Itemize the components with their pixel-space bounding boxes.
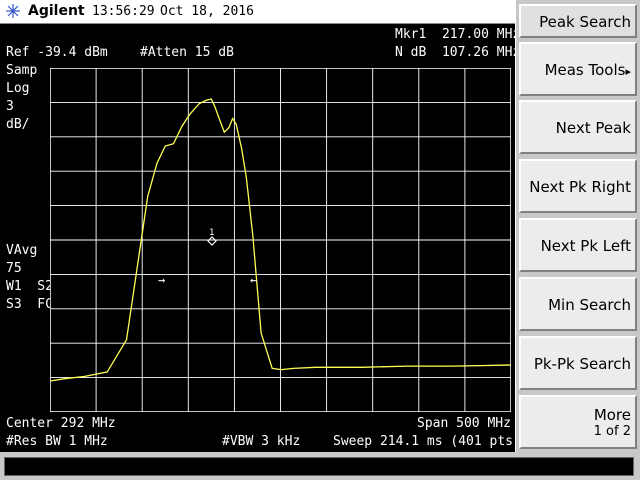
softkey-page-indicator: 1 of 2 [593,424,631,439]
trace-state-2: S3 FC [6,297,53,312]
softkey-label: Next Pk Left [540,237,631,255]
detector-mode: Samp [6,63,38,78]
softkey-label: Pk-Pk Search [533,355,631,373]
clock-date: Oct 18, 2016 [160,4,254,19]
ndb-bandwidth: N dB 107.26 MHz [395,45,521,60]
scale-type: Log [6,81,30,96]
scale-unit: dB/ [6,117,30,132]
next-pk-right-softkey[interactable]: Next Pk Right [519,159,637,213]
next-pk-left-softkey[interactable]: Next Pk Left [519,218,637,272]
softkey-label: Peak Search [539,13,631,31]
marker-number: 1 [209,228,214,238]
softkey-panel: Peak Search Meas Tools▸ Next Peak Next P… [516,0,640,452]
spectrum-plot: → ← 1 [50,68,511,412]
submenu-arrow-icon: ▸ [625,65,631,78]
ndb-right-arrow: ← [250,273,257,287]
title-bar: Agilent 13:56:29 Oct 18, 2016 [0,0,515,24]
marker-frequency: Mkr1 217.00 MHz [395,27,521,42]
ndb-left-arrow: → [158,273,165,287]
peak-search-softkey[interactable]: Peak Search [519,4,637,38]
softkey-label: More [593,406,631,424]
video-average-count: 75 [6,261,22,276]
analyzer-display: Agilent 13:56:29 Oct 18, 2016 Mkr1 217.0… [0,0,521,452]
trace-state-1: W1 S2 [6,279,53,294]
next-peak-softkey[interactable]: Next Peak [519,100,637,154]
center-frequency: Center 292 MHz [6,416,116,431]
softkey-label: Min Search [548,296,631,314]
clock-time: 13:56:29 [92,4,155,19]
video-average-label: VAvg [6,243,38,258]
resolution-bandwidth: #Res BW 1 MHz [6,434,108,449]
softkey-label: Next Peak [555,119,631,137]
min-search-softkey[interactable]: Min Search [519,277,637,331]
frequency-span: Span 500 MHz [417,416,511,431]
scale-value: 3 [6,99,14,114]
pk-pk-search-softkey[interactable]: Pk-Pk Search [519,336,637,390]
video-bandwidth: #VBW 3 kHz [222,434,301,449]
softkey-label: Meas Tools▸ [544,61,631,79]
sweep-time: Sweep 214.1 ms (401 pts) [333,434,521,449]
status-message-field [4,457,634,476]
agilent-spark-icon [6,4,20,18]
brand-name: Agilent [28,3,85,19]
more-softkey[interactable]: More 1 of 2 [519,395,637,449]
softkey-label: Next Pk Right [529,178,631,196]
attenuation: #Atten 15 dB [140,45,234,60]
reference-level: Ref -39.4 dBm [6,45,108,60]
status-bar [0,452,640,480]
meas-tools-softkey[interactable]: Meas Tools▸ [519,42,637,96]
